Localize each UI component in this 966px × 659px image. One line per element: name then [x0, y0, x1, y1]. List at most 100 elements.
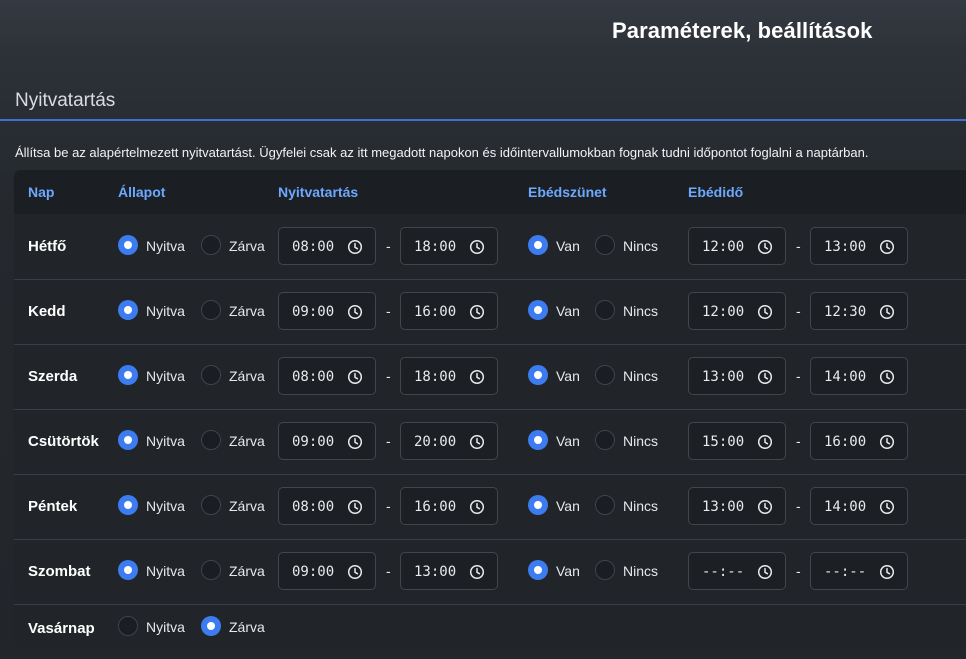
clock-icon[interactable]	[469, 304, 485, 320]
status-open-radio[interactable]	[118, 430, 138, 450]
opening-from-input[interactable]: 08:00	[278, 487, 376, 525]
clock-icon[interactable]	[347, 564, 363, 580]
clock-icon[interactable]	[757, 369, 773, 385]
lunch-no-radio[interactable]	[595, 430, 615, 450]
status-open-label: Nyitva	[146, 368, 185, 384]
lunch-no-radio[interactable]	[595, 495, 615, 515]
opening-from-input[interactable]: 08:00	[278, 227, 376, 265]
day-name: Péntek	[28, 498, 78, 515]
lunch-to-input[interactable]: 12:30	[810, 292, 908, 330]
lunch-from-input[interactable]: --:--	[688, 552, 786, 590]
lunch-no-radio[interactable]	[595, 560, 615, 580]
status-closed-radio[interactable]	[201, 616, 221, 636]
time-value: 12:00	[702, 239, 745, 255]
range-separator: -	[796, 303, 801, 319]
status-closed-radio[interactable]	[201, 300, 221, 320]
clock-icon[interactable]	[879, 304, 895, 320]
status-closed-radio[interactable]	[201, 495, 221, 515]
header-day: Nap	[28, 184, 55, 200]
status-open-radio[interactable]	[118, 300, 138, 320]
time-value: 12:00	[702, 304, 745, 320]
range-separator: -	[386, 498, 391, 514]
lunch-yes-radio[interactable]	[528, 235, 548, 255]
lunch-to-input[interactable]: 14:00	[810, 487, 908, 525]
opening-hours-table: Nap Állapot Nyitvatartás Ebédszünet Ebéd…	[14, 170, 966, 649]
lunch-no-label: Nincs	[623, 238, 659, 254]
lunch-yes-radio[interactable]	[528, 560, 548, 580]
opening-to-input[interactable]: 18:00	[400, 357, 498, 395]
clock-icon[interactable]	[347, 369, 363, 385]
clock-icon[interactable]	[757, 499, 773, 515]
status-open-radio[interactable]	[118, 365, 138, 385]
status-open-radio[interactable]	[118, 616, 138, 636]
clock-icon[interactable]	[879, 369, 895, 385]
lunch-to-input[interactable]: 14:00	[810, 357, 908, 395]
clock-icon[interactable]	[879, 564, 895, 580]
lunch-from-input[interactable]: 13:00	[688, 487, 786, 525]
status-open-radio[interactable]	[118, 495, 138, 515]
lunch-yes-radio[interactable]	[528, 300, 548, 320]
status-open-radio[interactable]	[118, 235, 138, 255]
time-value: --:--	[702, 564, 745, 580]
clock-icon[interactable]	[469, 239, 485, 255]
time-value: 18:00	[414, 239, 457, 255]
lunch-to-input[interactable]: 16:00	[810, 422, 908, 460]
lunch-from-input[interactable]: 12:00	[688, 227, 786, 265]
status-closed-radio[interactable]	[201, 430, 221, 450]
status-open-radio[interactable]	[118, 560, 138, 580]
clock-icon[interactable]	[469, 434, 485, 450]
clock-icon[interactable]	[879, 239, 895, 255]
time-value: 12:30	[824, 304, 867, 320]
clock-icon[interactable]	[879, 434, 895, 450]
lunch-from-input[interactable]: 15:00	[688, 422, 786, 460]
clock-icon[interactable]	[469, 564, 485, 580]
lunch-no-radio[interactable]	[595, 365, 615, 385]
status-open-label: Nyitva	[146, 619, 185, 635]
opening-to-input[interactable]: 16:00	[400, 292, 498, 330]
lunch-yes-radio[interactable]	[528, 365, 548, 385]
table-header: Nap Állapot Nyitvatartás Ebédszünet Ebéd…	[14, 170, 966, 214]
clock-icon[interactable]	[757, 304, 773, 320]
lunch-no-radio[interactable]	[595, 300, 615, 320]
status-closed-label: Zárva	[229, 303, 265, 319]
time-value: 18:00	[414, 369, 457, 385]
time-value: 15:00	[702, 434, 745, 450]
opening-to-input[interactable]: 13:00	[400, 552, 498, 590]
lunch-to-input[interactable]: 13:00	[810, 227, 908, 265]
lunch-yes-radio[interactable]	[528, 430, 548, 450]
time-value: 20:00	[414, 434, 457, 450]
clock-icon[interactable]	[757, 564, 773, 580]
lunch-yes-radio[interactable]	[528, 495, 548, 515]
table-row: Hétfő Nyitva Zárva 08:00 - 18:00 Van Nincs 12:00…	[14, 214, 966, 280]
status-closed-radio[interactable]	[201, 365, 221, 385]
opening-to-input[interactable]: 18:00	[400, 227, 498, 265]
status-open-label: Nyitva	[146, 303, 185, 319]
lunch-from-input[interactable]: 12:00	[688, 292, 786, 330]
clock-icon[interactable]	[757, 434, 773, 450]
opening-from-input[interactable]: 09:00	[278, 552, 376, 590]
status-closed-label: Zárva	[229, 619, 265, 635]
lunch-no-radio[interactable]	[595, 235, 615, 255]
clock-icon[interactable]	[757, 239, 773, 255]
opening-from-input[interactable]: 09:00	[278, 292, 376, 330]
opening-from-input[interactable]: 09:00	[278, 422, 376, 460]
clock-icon[interactable]	[347, 239, 363, 255]
status-open-label: Nyitva	[146, 563, 185, 579]
status-closed-radio[interactable]	[201, 560, 221, 580]
clock-icon[interactable]	[469, 369, 485, 385]
table-row: Szerda Nyitva Zárva 08:00 - 18:00 Van Nincs 13:0…	[14, 344, 966, 410]
clock-icon[interactable]	[347, 499, 363, 515]
opening-to-input[interactable]: 20:00	[400, 422, 498, 460]
opening-from-input[interactable]: 08:00	[278, 357, 376, 395]
clock-icon[interactable]	[347, 434, 363, 450]
opening-to-input[interactable]: 16:00	[400, 487, 498, 525]
table-row: Kedd Nyitva Zárva 09:00 - 16:00 Van Nincs 12:00 -…	[14, 279, 966, 345]
clock-icon[interactable]	[347, 304, 363, 320]
lunch-from-input[interactable]: 13:00	[688, 357, 786, 395]
clock-icon[interactable]	[879, 499, 895, 515]
status-closed-radio[interactable]	[201, 235, 221, 255]
clock-icon[interactable]	[469, 499, 485, 515]
time-value: 09:00	[292, 564, 335, 580]
lunch-to-input[interactable]: --:--	[810, 552, 908, 590]
range-separator: -	[796, 368, 801, 384]
